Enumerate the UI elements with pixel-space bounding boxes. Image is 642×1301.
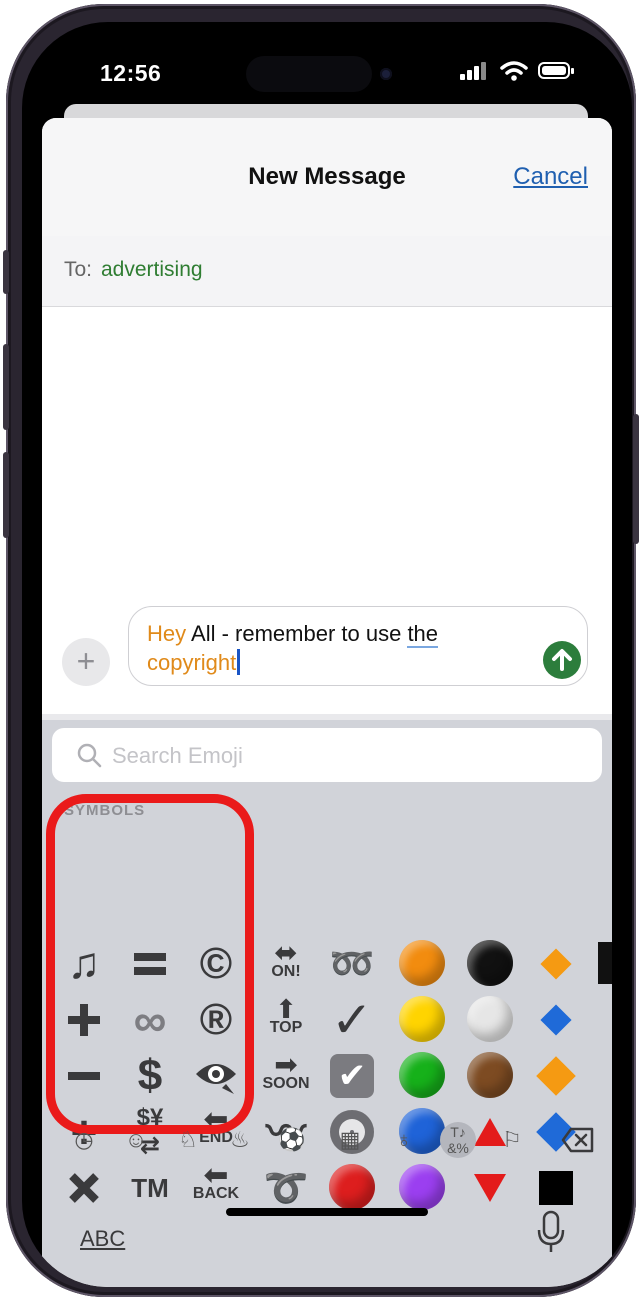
infinity-icon[interactable]: ∞ bbox=[120, 992, 180, 1048]
autocorrect-word[interactable]: copyright bbox=[147, 650, 236, 675]
on-arrow-icon[interactable]: ⬌ ON! bbox=[256, 936, 316, 992]
new-message-sheet: New Message Cancel To: advertising + Hey… bbox=[42, 118, 612, 1287]
bulb-icon[interactable]: ♁ bbox=[386, 1122, 422, 1158]
top-arrow-icon[interactable]: ⬆ TOP bbox=[256, 992, 316, 1048]
partial-square-icon bbox=[598, 942, 612, 984]
message-text-part: All - remember to use bbox=[186, 621, 408, 646]
ball-icon[interactable]: ⚽ bbox=[274, 1122, 310, 1158]
clock-icon[interactable]: ◷ bbox=[66, 1122, 102, 1158]
wifi-icon bbox=[500, 61, 528, 81]
emoji-keyboard: Search Emoji SYMBOLS ♫ ÷ ∞ $ $¥ ⇄ TM © ®… bbox=[42, 714, 612, 1287]
message-input[interactable]: Hey All - remember to use the copyright bbox=[128, 606, 588, 686]
keyboard-bottom-row: ABC bbox=[42, 1174, 612, 1284]
screen: 12:56 New Message Cancel To: advertising bbox=[22, 22, 632, 1287]
emoji-category-bar: ◷ ☺ ♘ ♨ ⚽ ▦ ♁ T♪ &% ⚐ bbox=[42, 1114, 612, 1166]
volume-down-button bbox=[3, 452, 9, 538]
autocorrect-word[interactable]: Hey bbox=[147, 621, 186, 646]
double-loop-icon[interactable]: ➿ bbox=[322, 936, 382, 992]
signal-icon bbox=[460, 62, 490, 80]
nav-bar: New Message Cancel bbox=[42, 118, 612, 237]
volume-up-button bbox=[3, 344, 9, 430]
add-attachment-button[interactable]: + bbox=[62, 638, 110, 686]
white-circle-icon[interactable] bbox=[460, 992, 520, 1048]
large-orange-diamond-icon[interactable] bbox=[526, 1048, 586, 1104]
action-button bbox=[3, 250, 9, 294]
recipient-value[interactable]: advertising bbox=[101, 258, 203, 282]
cancel-button[interactable]: Cancel bbox=[513, 163, 588, 191]
building-icon[interactable]: ▦ bbox=[332, 1122, 368, 1158]
dynamic-island bbox=[246, 56, 372, 92]
green-circle-icon[interactable] bbox=[392, 1048, 452, 1104]
search-emoji-input[interactable]: Search Emoji bbox=[52, 728, 602, 782]
camera-icon bbox=[380, 68, 392, 80]
to-label: To: bbox=[64, 258, 93, 281]
copyright-icon[interactable]: © bbox=[186, 936, 246, 992]
symbols-category-icon[interactable]: T♪ &% bbox=[440, 1122, 476, 1158]
orange-circle-icon[interactable] bbox=[392, 936, 452, 992]
plus-icon[interactable] bbox=[54, 992, 114, 1048]
on-label: ON! bbox=[271, 963, 301, 980]
yellow-circle-icon[interactable] bbox=[392, 992, 452, 1048]
status-time: 12:56 bbox=[100, 60, 162, 86]
small-orange-diamond-icon[interactable] bbox=[526, 936, 586, 992]
up-arrow-icon bbox=[552, 649, 572, 671]
small-blue-diamond-icon[interactable] bbox=[526, 992, 586, 1048]
delete-key-icon[interactable] bbox=[560, 1122, 596, 1158]
dollar-icon[interactable]: $ bbox=[120, 1048, 180, 1104]
microphone-icon[interactable] bbox=[536, 1210, 566, 1256]
soon-arrow-icon[interactable]: ➡ SOON bbox=[256, 1048, 316, 1104]
search-placeholder: Search Emoji bbox=[112, 743, 243, 768]
message-text: Hey All - remember to use the copyright bbox=[147, 619, 527, 677]
soon-label: SOON bbox=[262, 1075, 310, 1092]
abc-button[interactable]: ABC bbox=[80, 1226, 125, 1252]
music-notes-icon[interactable]: ♫ bbox=[54, 936, 114, 992]
flag-icon[interactable]: ⚐ bbox=[494, 1122, 530, 1158]
eye-bubble-icon[interactable] bbox=[186, 1048, 246, 1104]
equals-icon[interactable] bbox=[120, 936, 180, 992]
send-button[interactable] bbox=[543, 641, 581, 679]
battery-icon bbox=[538, 62, 574, 79]
smiley-icon[interactable]: ☺ bbox=[118, 1122, 154, 1158]
recipient-row[interactable]: To: advertising bbox=[42, 236, 612, 307]
underlined-word[interactable]: the bbox=[407, 621, 439, 648]
check-mark-icon[interactable]: ✓ bbox=[322, 992, 382, 1048]
animal-icon[interactable]: ♘ bbox=[170, 1122, 206, 1158]
power-button bbox=[633, 414, 639, 544]
keyboard-divider bbox=[42, 714, 612, 720]
minus-icon[interactable] bbox=[54, 1048, 114, 1104]
text-caret bbox=[237, 649, 241, 675]
black-circle-icon[interactable] bbox=[460, 936, 520, 992]
emoji-grid: ♫ ÷ ∞ $ $¥ ⇄ TM © ® ⬅ END ⬅ BACK ⬌ ON! ⬆… bbox=[42, 814, 612, 1210]
brown-circle-icon[interactable] bbox=[460, 1048, 520, 1104]
search-icon bbox=[77, 743, 102, 768]
check-box-icon[interactable]: ✔ bbox=[322, 1048, 382, 1104]
home-indicator[interactable] bbox=[226, 1208, 428, 1216]
food-icon[interactable]: ♨ bbox=[222, 1122, 258, 1158]
registered-icon[interactable]: ® bbox=[186, 992, 246, 1048]
phone-frame: 12:56 New Message Cancel To: advertising bbox=[3, 4, 639, 1297]
top-label: TOP bbox=[269, 1019, 303, 1036]
